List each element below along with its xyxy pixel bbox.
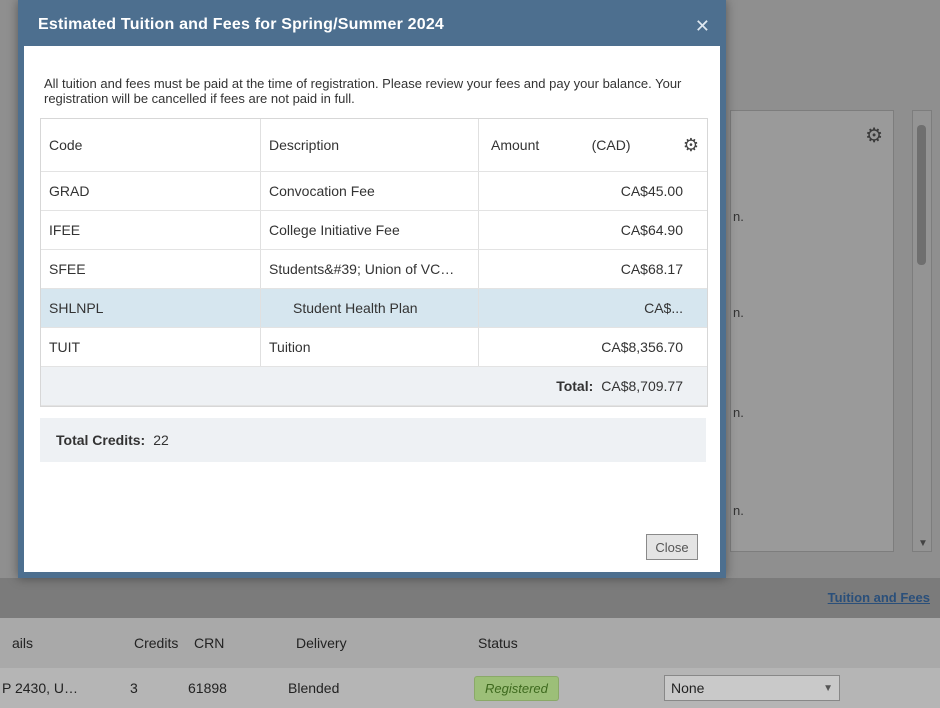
table-row[interactable]: SFEE Students&#39; Union of VC… CA$68.17 (41, 250, 707, 289)
course-details-cell: P 2430, U… (2, 680, 79, 696)
currency-label: (CAD) (591, 137, 631, 153)
crn-cell: 61898 (188, 680, 227, 696)
fee-code: TUIT (41, 328, 261, 366)
fee-code: GRAD (41, 172, 261, 210)
gear-icon[interactable]: ⚙ (865, 123, 883, 148)
truncated-text: n. (733, 503, 744, 518)
col-header-details[interactable]: ails (12, 618, 33, 668)
fee-description: Tuition (261, 328, 479, 366)
background-summary-panel: ⚙ n. n. n. n. (730, 110, 894, 552)
action-select[interactable]: None ▼ (664, 675, 840, 701)
scrollbar-thumb[interactable] (917, 125, 926, 265)
col-header-amount[interactable]: Amount (CAD) ⚙ (479, 119, 707, 171)
truncated-text: n. (733, 209, 744, 224)
fee-description: Student Health Plan (261, 289, 479, 327)
fee-amount: CA$... (644, 300, 683, 316)
fee-description: Students&#39; Union of VC… (261, 250, 479, 288)
fee-description: Convocation Fee (261, 172, 479, 210)
col-header-code[interactable]: Code (41, 119, 261, 171)
total-credits-label: Total Credits: (56, 432, 146, 448)
credits-cell: 3 (130, 680, 138, 696)
scroll-down-icon[interactable]: ▼ (918, 538, 928, 549)
amount-label: Amount (491, 137, 540, 153)
col-header-delivery[interactable]: Delivery (296, 618, 347, 668)
fee-code: SFEE (41, 250, 261, 288)
table-row[interactable]: IFEE College Initiative Fee CA$64.90 (41, 211, 707, 250)
total-credits-value: 22 (153, 432, 169, 448)
payment-notice: All tuition and fees must be paid at the… (44, 76, 682, 106)
col-header-status[interactable]: Status (478, 618, 518, 668)
fee-amount: CA$68.17 (620, 261, 683, 277)
delivery-cell: Blended (288, 680, 340, 696)
fee-amount: CA$64.90 (620, 222, 683, 238)
schedule-grid-header: ails Credits CRN Delivery Status (0, 618, 940, 669)
dialog-header: Estimated Tuition and Fees for Spring/Su… (24, 6, 720, 46)
table-row[interactable]: SHLNPL Student Health Plan CA$... (41, 289, 707, 328)
gear-icon[interactable]: ⚙ (683, 135, 699, 156)
status-badge: Registered (474, 675, 559, 701)
background-toolbar (0, 578, 940, 618)
table-row[interactable]: P 2430, U… 3 61898 Blended Registered No… (0, 668, 940, 708)
fees-total-row: Total: CA$8,709.77 (41, 367, 707, 406)
total-label: Total: (556, 378, 594, 394)
total-credits-row: Total Credits: 22 (40, 418, 706, 462)
fee-amount: CA$45.00 (620, 183, 683, 199)
truncated-text: n. (733, 405, 744, 420)
fees-table: Code Description Amount (CAD) ⚙ GRAD Con… (40, 118, 708, 407)
fee-code: SHLNPL (41, 289, 261, 327)
close-button[interactable]: Close (646, 534, 698, 560)
total-value: CA$8,709.77 (601, 378, 683, 394)
background-scrollbar[interactable]: ▼ (912, 110, 932, 552)
truncated-text: n. (733, 305, 744, 320)
chevron-down-icon: ▼ (823, 682, 833, 694)
fee-description: College Initiative Fee (261, 211, 479, 249)
table-row[interactable]: GRAD Convocation Fee CA$45.00 (41, 172, 707, 211)
tuition-fees-dialog: Estimated Tuition and Fees for Spring/Su… (18, 0, 726, 578)
fee-amount: CA$8,356.70 (601, 339, 683, 355)
action-select-value: None (671, 680, 705, 696)
dialog-title: Estimated Tuition and Fees for Spring/Su… (38, 16, 445, 33)
fee-code: IFEE (41, 211, 261, 249)
close-icon[interactable]: ✕ (695, 16, 710, 37)
col-header-credits[interactable]: Credits (134, 618, 178, 668)
tuition-and-fees-link[interactable]: Tuition and Fees (828, 590, 930, 605)
fees-table-header: Code Description Amount (CAD) ⚙ (41, 119, 707, 172)
col-header-description[interactable]: Description (261, 119, 479, 171)
table-row[interactable]: TUIT Tuition CA$8,356.70 (41, 328, 707, 367)
col-header-crn[interactable]: CRN (194, 618, 224, 668)
